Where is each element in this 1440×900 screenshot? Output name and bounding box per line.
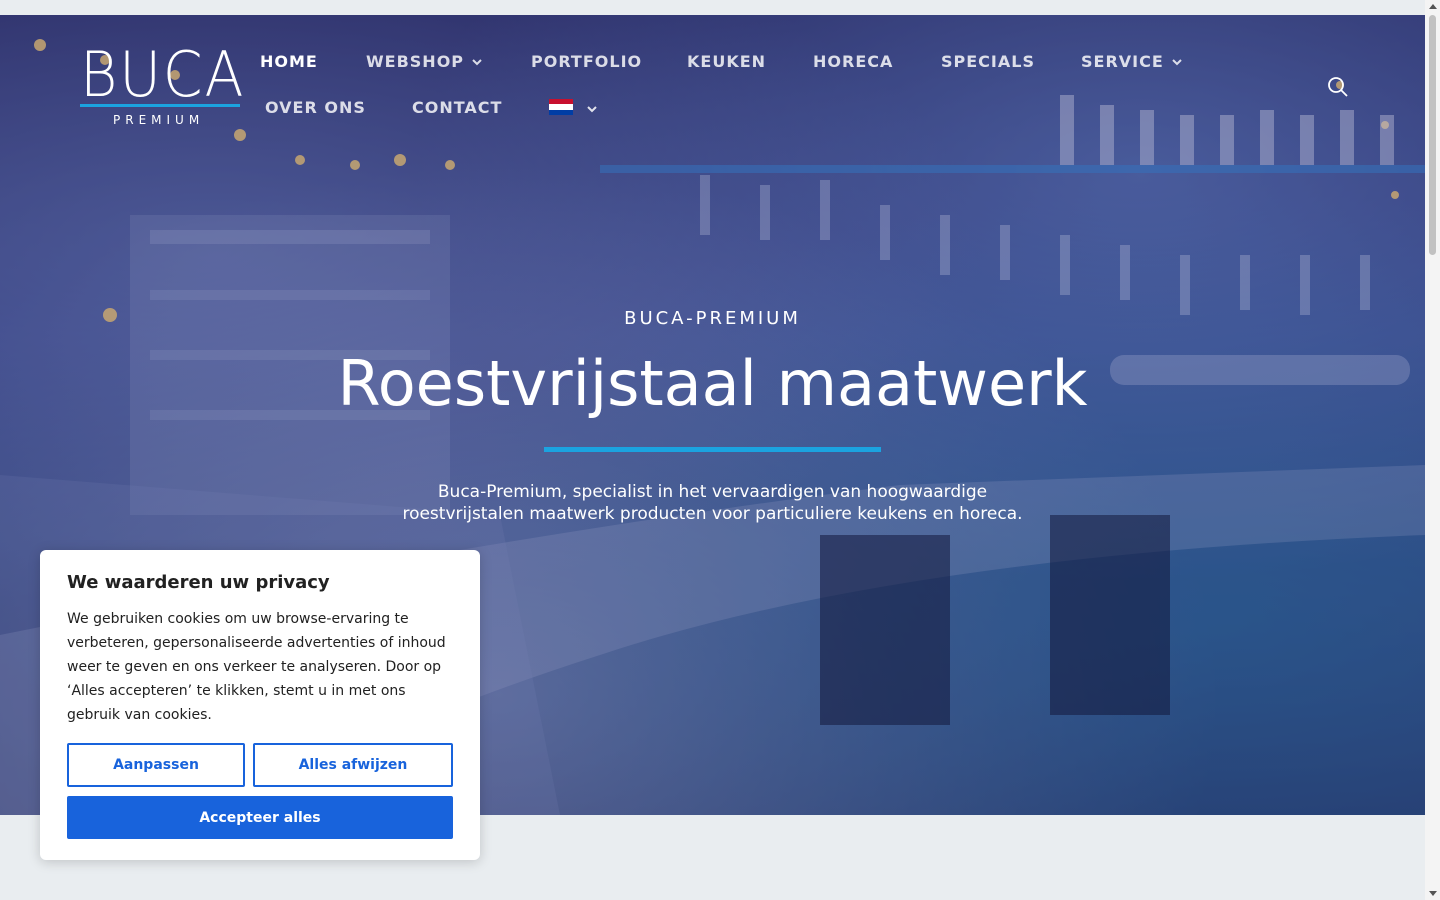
site-header: BUCA PREMIUM HOME WEBSHOP PORTFOLIO KEUK… [0,15,1425,145]
language-chevron-down-icon[interactable] [587,106,597,113]
hero-divider [544,447,881,452]
nav-item-label: WEBSHOP [366,52,465,71]
hero-description-line-1: Buca-Premium, specialist in het vervaard… [437,482,988,502]
logo-wordmark: BUCA [80,38,246,111]
nav-item-label: SPECIALS [941,52,1035,71]
nav-item-over-ons[interactable]: OVER ONS [265,98,366,118]
buca-premium-logo[interactable]: BUCA PREMIUM [80,38,246,135]
logo-subtitle: PREMIUM [113,113,205,127]
hero-description: Buca-Premium, specialist in het vervaard… [0,481,1425,525]
logo-underline [80,104,240,107]
scroll-down-arrow-icon[interactable] [1429,891,1437,896]
netherlands-flag-icon[interactable] [549,99,573,116]
scroll-up-arrow-icon[interactable] [1429,4,1437,9]
nav-item-service[interactable]: SERVICE [1081,52,1182,72]
search-icon[interactable] [1327,76,1349,98]
nav-item-home[interactable]: HOME [260,52,318,72]
nav-item-specials[interactable]: SPECIALS [941,52,1035,72]
scroll-thumb[interactable] [1429,15,1436,255]
nav-item-label: OVER ONS [265,98,366,117]
page-scrollbar[interactable] [1425,0,1440,900]
hero-title: Roestvrijstaal maatwerk [337,347,1088,420]
reject-all-cookies-button[interactable]: Alles afwijzen [253,743,453,787]
nav-item-portfolio[interactable]: PORTFOLIO [531,52,642,72]
cookie-banner-title: We waarderen uw privacy [67,572,330,593]
nav-item-label: CONTACT [412,98,503,117]
nav-item-webshop[interactable]: WEBSHOP [366,52,482,72]
nav-item-label: PORTFOLIO [531,52,643,71]
nav-item-label: SERVICE [1081,52,1164,71]
nav-item-contact[interactable]: CONTACT [412,98,502,118]
cookie-consent-banner: We waarderen uw privacy We gebruiken coo… [40,550,480,860]
nav-item-label: KEUKEN [687,52,767,71]
customize-cookies-button[interactable]: Aanpassen [67,743,245,787]
nav-item-label: HORECA [813,52,894,71]
accept-all-cookies-button[interactable]: Accepteer alles [67,796,453,839]
nav-item-label: HOME [260,52,318,71]
nav-item-keuken[interactable]: KEUKEN [687,52,766,72]
nav-item-horeca[interactable]: HORECA [813,52,893,72]
chevron-down-icon [1172,59,1182,66]
hero-eyebrow: BUCA-PREMIUM [624,308,801,329]
cookie-banner-text: We gebruiken cookies om uw browse-ervari… [67,611,446,723]
hero-description-line-2: roestvrijstalen maatwerk producten voor … [402,504,1023,524]
chevron-down-icon [472,59,482,66]
